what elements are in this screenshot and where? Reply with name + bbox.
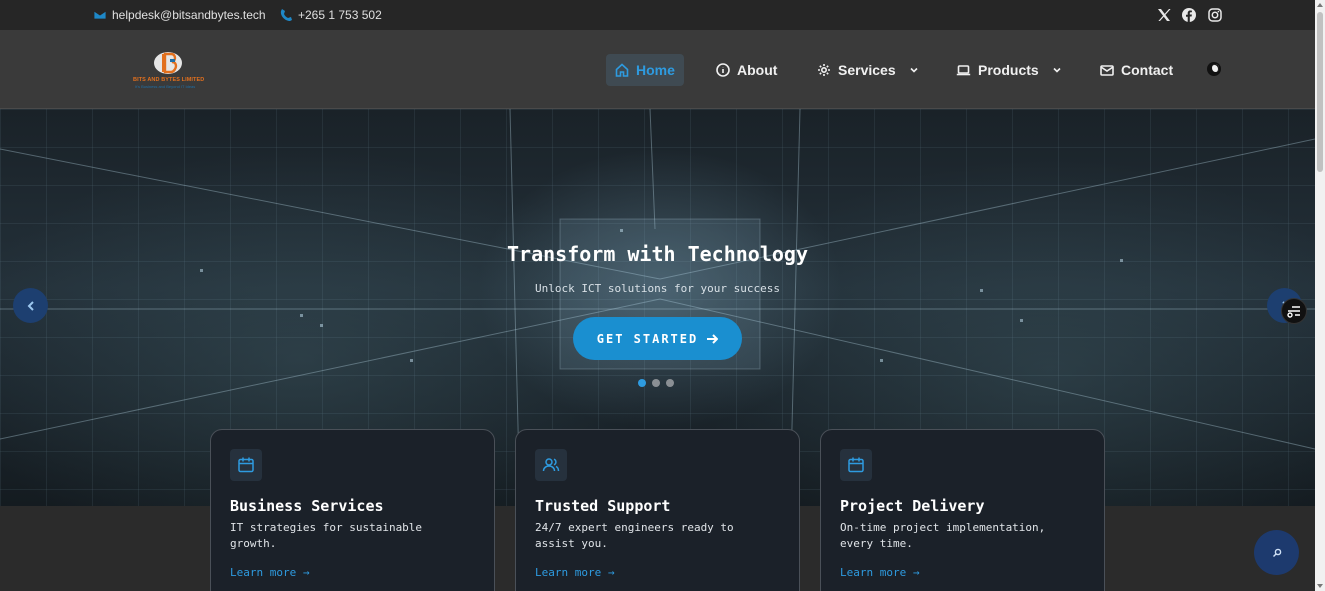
chat-icon [1272,548,1281,557]
sliders-icon [1287,306,1300,318]
chevron-down-icon [910,67,918,73]
learn-more-link[interactable]: Learn more → [230,566,309,579]
chat-button[interactable] [1254,530,1299,575]
nav-contact[interactable]: Contact [1091,54,1182,86]
learn-more-link[interactable]: Learn more → [535,566,614,579]
nav-about[interactable]: About [707,54,786,86]
facebook-icon[interactable] [1182,8,1196,22]
logo-name: BITS AND BYTES LIMITED [133,77,205,83]
hero-subtitle: Unlock ICT solutions for your success [534,282,781,295]
carousel-dot[interactable] [638,379,646,387]
users-icon [535,449,567,481]
home-icon [615,63,629,77]
chevron-left-icon [27,300,34,311]
nav-products[interactable]: Products [947,54,1071,86]
feature-card: Business Services IT strategies for sust… [210,429,495,591]
feature-title: Project Delivery [840,497,985,515]
carousel-dot[interactable] [652,379,660,387]
nav-services-label: Services [838,62,896,78]
accessibility-settings-button[interactable] [1281,298,1307,324]
feature-title: Business Services [230,497,384,515]
get-started-label: GET STARTED [596,331,699,346]
company-logo[interactable]: BITS AND BYTES LIMITED It's Business and… [131,49,213,93]
scroll-up-icon[interactable] [1317,3,1323,7]
email-text: helpdesk@bitsandbytes.tech [112,8,266,22]
phone-contact[interactable]: +265 1 753 502 [280,8,382,22]
carousel-indicators [638,379,674,387]
chevron-down-icon [1053,67,1061,73]
nav-contact-label: Contact [1121,62,1174,78]
moon-icon[interactable] [1207,62,1221,76]
calendar-icon [230,449,262,481]
phone-text: +265 1 753 502 [298,8,382,22]
nav-home-label: Home [636,62,675,78]
calendar-icon [840,449,872,481]
phone-icon [280,9,292,21]
learn-more-link[interactable]: Learn more → [840,566,919,579]
feature-card: Project Delivery On-time project impleme… [820,429,1105,591]
mail-icon [1100,65,1114,76]
nav-about-label: About [737,62,778,78]
envelope-icon [94,10,106,20]
email-contact[interactable]: helpdesk@bitsandbytes.tech [94,8,266,22]
nav-services[interactable]: Services [808,54,928,86]
top-contact-bar: helpdesk@bitsandbytes.tech +265 1 753 50… [0,0,1315,31]
scrollbar-thumb[interactable] [1317,12,1323,172]
gear-icon [818,64,830,76]
carousel-dot[interactable] [666,379,674,387]
arrow-right-icon [707,333,719,344]
hero-title: Transform with Technology [506,242,809,266]
main-navbar: BITS AND BYTES LIMITED It's Business and… [0,31,1315,109]
nav-home[interactable]: Home [606,54,684,86]
feature-description: IT strategies for sustainable growth. [230,521,423,550]
page-scrollbar[interactable] [1315,0,1325,591]
logo-mark-icon [154,52,182,74]
carousel-prev-button[interactable] [13,288,48,323]
feature-title: Trusted Support [535,497,671,515]
info-icon [716,63,730,77]
scroll-down-icon[interactable] [1317,584,1323,588]
logo-tagline: It's Business and Beyond IT Ideas [135,84,196,89]
get-started-button[interactable]: GET STARTED [573,317,742,360]
feature-description: On-time project implementation, every ti… [840,521,1046,550]
x-icon[interactable] [1157,8,1171,22]
laptop-icon [956,65,971,76]
feature-card: Trusted Support 24/7 expert engineers re… [515,429,800,591]
nav-products-label: Products [978,62,1039,78]
instagram-icon[interactable] [1208,8,1222,22]
feature-description: 24/7 expert engineers ready to assist yo… [535,521,734,550]
